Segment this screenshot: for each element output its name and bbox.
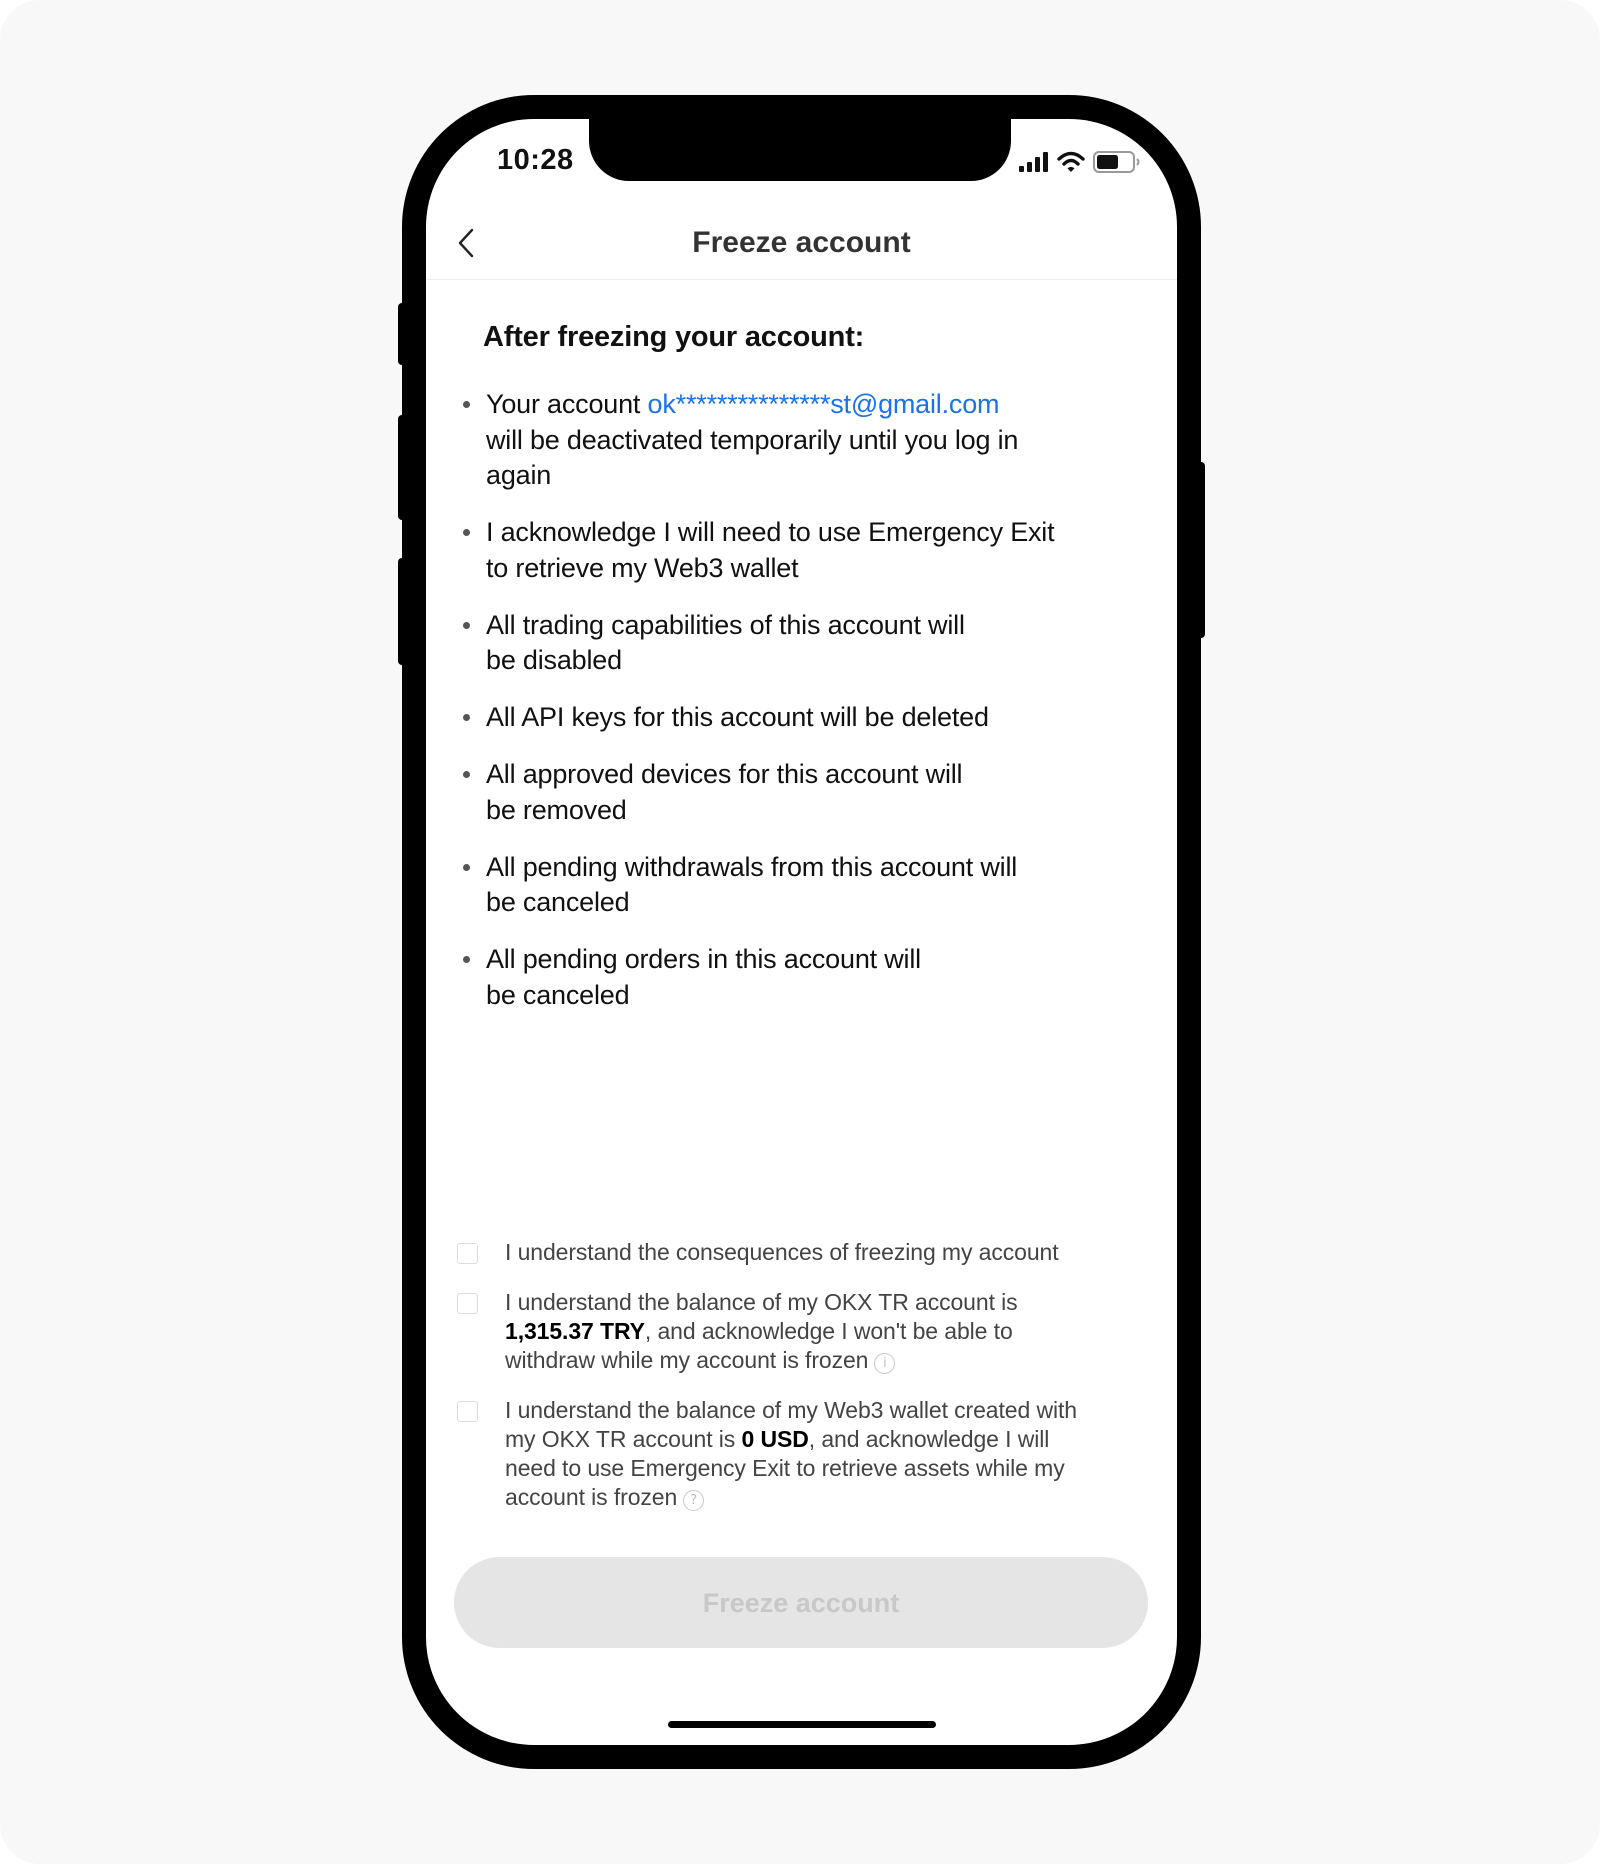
confirm-web3-balance-text: account is frozen (505, 1484, 678, 1510)
phone-screen: 10:28 Freeze account After freezing your… (426, 119, 1177, 1745)
list-item: I acknowledge I will need to use Emergen… (463, 515, 1163, 586)
bullet-dot (463, 863, 470, 871)
status-time: 10:28 (497, 144, 574, 176)
list-item-line: All trading capabilities of this account… (486, 609, 965, 640)
bullet-dot (463, 401, 470, 408)
confirm-web3-balance-text: my OKX TR account is (505, 1426, 742, 1452)
list-item-line: be removed (486, 794, 627, 825)
bullet-dot (463, 771, 470, 778)
list-item-line: I acknowledge I will need to use Emergen… (486, 517, 1055, 547)
list-item-line: Your account ok***************st@gmail.c… (486, 387, 1163, 423)
list-item: All trading capabilities of this account… (463, 608, 1163, 679)
bullet-dot (463, 956, 470, 963)
confirm-web3-balance-checkbox[interactable] (457, 1401, 478, 1422)
wifi-icon (1057, 151, 1085, 178)
list-item-line: be canceled (486, 979, 630, 1010)
web3-balance-amount: 0 USD (741, 1426, 809, 1452)
status-icons (1019, 149, 1141, 179)
confirm-web3-balance-label: account is frozen? (505, 1483, 1157, 1512)
confirmation-checklist: I understand the consequences of freezin… (457, 1238, 1157, 1533)
info-icon[interactable]: i (874, 1353, 896, 1374)
confirm-tr-balance-label: withdraw while my account is frozen i (505, 1346, 1157, 1375)
phone-notch (589, 119, 1011, 181)
list-item: All pending withdrawals from this accoun… (463, 850, 1163, 921)
confirm-tr-balance-label: I understand the balance of my OKX TR ac… (505, 1289, 1018, 1315)
list-item-line: be canceled (486, 887, 630, 917)
confirm-web3-balance-label: my OKX TR account is 0 USD, and acknowle… (505, 1425, 1157, 1454)
bullet-dot (463, 714, 470, 721)
bullet-dot (463, 621, 470, 629)
list-item: Your account ok***************st@gmail.c… (463, 387, 1163, 494)
tr-balance-amount: 1,315.37 TRY (505, 1318, 645, 1344)
bullet-dot (463, 529, 470, 536)
list-item-line: All API keys for this account will be de… (486, 702, 989, 732)
section-heading: After freezing your account: (483, 321, 865, 353)
freeze-account-button[interactable]: Freeze account (454, 1557, 1148, 1648)
page-title: Freeze account (692, 226, 911, 259)
confirm-consequences-label: I understand the consequences of freezin… (505, 1239, 1059, 1265)
nav-header: Freeze account (426, 219, 1177, 280)
home-indicator (668, 1721, 936, 1728)
help-icon[interactable]: ? (683, 1490, 705, 1511)
confirm-web3-balance-row[interactable]: I understand the balance of my Web3 wall… (457, 1396, 1157, 1512)
confirm-tr-balance-label: 1,315.37 TRY, and acknowledge I won't be… (505, 1317, 1157, 1346)
confirm-web3-balance-label: I understand the balance of my Web3 wall… (505, 1397, 1077, 1423)
list-item-line: All pending withdrawals from this accoun… (486, 851, 1018, 882)
confirm-web3-balance-label: need to use Emergency Exit to retrieve a… (505, 1455, 1065, 1481)
confirm-tr-balance-text: withdraw while my account is frozen (505, 1347, 869, 1373)
confirm-web3-balance-text: , and acknowledge I will (808, 1426, 1050, 1452)
list-item-line: again (486, 460, 552, 490)
list-item: All pending orders in this account will … (463, 942, 1163, 1013)
consequences-list: Your account ok***************st@gmail.c… (463, 387, 1163, 1035)
confirm-consequences-row[interactable]: I understand the consequences of freezin… (457, 1238, 1157, 1267)
confirm-tr-balance-row[interactable]: I understand the balance of my OKX TR ac… (457, 1288, 1157, 1375)
confirm-tr-balance-checkbox[interactable] (457, 1293, 478, 1314)
list-item-line: be disabled (486, 645, 622, 675)
list-item-line: will be deactivated temporarily until yo… (486, 424, 1019, 455)
list-item-line: All approved devices for this account wi… (486, 759, 963, 789)
list-item: All approved devices for this account wi… (463, 757, 1163, 828)
cellular-signal-icon (1019, 151, 1049, 177)
confirm-consequences-checkbox[interactable] (457, 1243, 478, 1264)
list-item-line: All pending orders in this account will (486, 944, 921, 974)
confirm-tr-balance-text: , and acknowledge I won't be able to (644, 1318, 1013, 1344)
battery-icon (1093, 150, 1141, 179)
list-item-text: Your account (486, 389, 648, 419)
list-item-line: to retrieve my Web3 wallet (486, 552, 799, 583)
list-item: All API keys for this account will be de… (463, 700, 1163, 736)
account-email: ok***************st@gmail.com (647, 389, 1000, 419)
